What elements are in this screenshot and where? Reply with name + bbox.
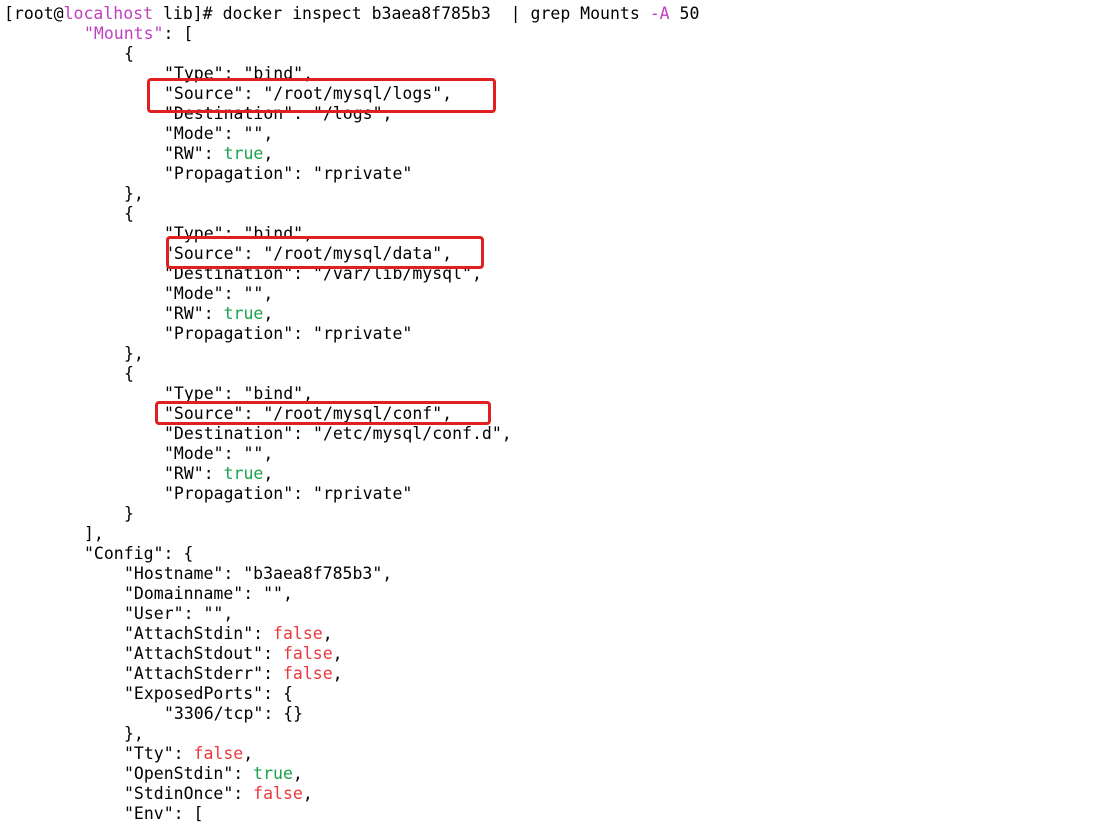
- mounts-key-line: "Mounts": [: [4, 24, 193, 44]
- mount-mode: "Mode": "",: [164, 284, 274, 303]
- open-stdin-value: true: [253, 764, 293, 783]
- config-hostname: "Hostname": "b3aea8f785b3",: [124, 564, 393, 583]
- stdin-once-value: false: [253, 784, 303, 803]
- terminal-window[interactable]: [root@localhost lib]# docker inspect b3a…: [0, 0, 1104, 833]
- prompt-host: localhost: [63, 4, 154, 23]
- mount-source: "Source": "/root/mysql/data",: [164, 244, 453, 263]
- attach-stdout-key: "AttachStdout":: [124, 644, 283, 663]
- mount-source: "Source": "/root/mysql/conf",: [164, 404, 453, 423]
- mount-open-brace: {: [124, 364, 134, 383]
- comma: ,: [263, 144, 274, 163]
- mounts-close: ],: [84, 524, 104, 543]
- attach-stdout-value: false: [282, 644, 333, 663]
- config-tty: "Tty": false,: [4, 744, 253, 764]
- mount-close-brace: }: [124, 504, 134, 523]
- config-attach-stdout: "AttachStdout": false,: [4, 644, 343, 664]
- comma: ,: [263, 464, 274, 483]
- comma: ,: [263, 304, 274, 323]
- tty-key: "Tty":: [124, 744, 194, 763]
- command-text: docker inspect b3aea8f785b3 | grep Mount…: [222, 4, 650, 23]
- config-attach-stdin: "AttachStdin": false,: [4, 624, 333, 644]
- rw-value: true: [223, 464, 264, 483]
- attach-stderr-value: false: [282, 664, 333, 683]
- comma: ,: [322, 624, 333, 643]
- attach-stdin-value: false: [273, 624, 323, 643]
- mount-mode: "Mode": "",: [164, 444, 274, 463]
- mount-close-brace: },: [124, 184, 144, 203]
- config-open-stdin: "OpenStdin": true,: [4, 764, 303, 784]
- mount-destination: "Destination": "/var/lib/mysql",: [164, 264, 482, 283]
- comma: ,: [243, 744, 254, 763]
- mount-open-brace: {: [124, 44, 134, 63]
- mounts-key: "Mounts": [84, 24, 164, 43]
- config-user: "User": "",: [124, 604, 234, 623]
- mount-type: "Type": "bind",: [164, 224, 314, 243]
- command-arg: 50: [669, 4, 700, 23]
- mount-close-brace: },: [124, 344, 144, 363]
- mount-rw: "RW": true,: [4, 464, 273, 484]
- exposed-ports-close: },: [124, 724, 144, 743]
- rw-value: true: [223, 304, 264, 323]
- mount-source: "Source": "/root/mysql/logs",: [164, 84, 453, 103]
- rw-key: "RW":: [164, 464, 224, 483]
- config-attach-stderr: "AttachStderr": false,: [4, 664, 343, 684]
- config-domainname: "Domainname": "",: [124, 584, 293, 603]
- attach-stdin-key: "AttachStdin":: [124, 624, 274, 643]
- comma: ,: [332, 664, 343, 683]
- comma: ,: [302, 784, 313, 803]
- config-exposed-ports: "ExposedPorts": {: [124, 684, 293, 703]
- prompt-open: [root@: [4, 4, 64, 23]
- command-flag: -A: [649, 4, 670, 23]
- mount-open-brace: {: [124, 204, 134, 223]
- comma: ,: [292, 764, 303, 783]
- rw-key: "RW":: [164, 144, 224, 163]
- open-stdin-key: "OpenStdin":: [124, 764, 254, 783]
- mount-type: "Type": "bind",: [164, 384, 314, 403]
- config-port: "3306/tcp": {}: [164, 704, 304, 723]
- mount-mode: "Mode": "",: [164, 124, 274, 143]
- mount-propagation: "Propagation": "rprivate": [164, 484, 413, 503]
- rw-key: "RW":: [164, 304, 224, 323]
- mount-destination: "Destination": "/logs",: [164, 104, 393, 123]
- command-line: [root@localhost lib]# docker inspect b3a…: [4, 4, 699, 24]
- comma: ,: [332, 644, 343, 663]
- mount-rw: "RW": true,: [4, 304, 273, 324]
- attach-stderr-key: "AttachStderr":: [124, 664, 283, 683]
- rw-value: true: [223, 144, 264, 163]
- config-stdin-once: "StdinOnce": false,: [4, 784, 313, 804]
- mount-type: "Type": "bind",: [164, 64, 314, 83]
- mount-rw: "RW": true,: [4, 144, 273, 164]
- mount-propagation: "Propagation": "rprivate": [164, 164, 413, 183]
- stdin-once-key: "StdinOnce":: [124, 784, 254, 803]
- config-env: "Env": [: [124, 804, 204, 823]
- tty-value: false: [193, 744, 244, 763]
- mount-propagation: "Propagation": "rprivate": [164, 324, 413, 343]
- mounts-open: : [: [163, 24, 194, 43]
- prompt-path: lib]#: [153, 4, 223, 23]
- mount-destination: "Destination": "/etc/mysql/conf.d",: [164, 424, 512, 443]
- config-key: "Config": {: [84, 544, 194, 563]
